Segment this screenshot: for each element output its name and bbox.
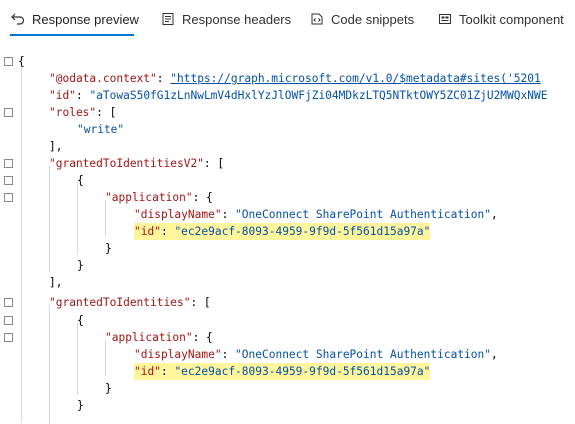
- tab-response-headers-label: Response headers: [182, 11, 292, 27]
- json-line: "id": "ec2e9acf-8093-4959-9f9d-5f561d15a…: [0, 223, 575, 240]
- tab-toolkit-component[interactable]: Toolkit component: [437, 8, 564, 30]
- json-line: "grantedToIdentitiesV2": [: [0, 155, 575, 172]
- json-value: "write": [77, 123, 125, 136]
- json-line: ],: [49, 276, 63, 289]
- highlighted-app-id: "id": "ec2e9acf-8093-4959-9f9d-5f561d15a…: [134, 363, 431, 380]
- active-tab-indicator: [10, 34, 134, 36]
- fold-toggle[interactable]: [4, 316, 13, 325]
- document-icon: [160, 11, 176, 27]
- json-line: "roles": [: [0, 104, 575, 121]
- json-line: "displayName": "OneConnect SharePoint Au…: [134, 348, 498, 361]
- fold-toggle[interactable]: [4, 108, 13, 117]
- json-line: "write": [0, 121, 575, 138]
- code-icon: [309, 11, 325, 27]
- fold-toggle[interactable]: [4, 298, 13, 307]
- json-value: "ec2e9acf-8093-4959-9f9d-5f561d15a97a": [174, 225, 431, 238]
- component-icon: [437, 11, 453, 27]
- json-line: {: [0, 53, 575, 70]
- tab-code-snippets-label: Code snippets: [331, 11, 415, 27]
- json-value-link[interactable]: "https://graph.microsoft.com/v1.0/$metad…: [170, 72, 540, 85]
- json-line: ],: [49, 140, 63, 153]
- fold-toggle[interactable]: [4, 176, 13, 185]
- json-line: "grantedToIdentities": [: [0, 294, 575, 311]
- json-line: "application": {: [0, 189, 575, 206]
- fold-toggle[interactable]: [4, 333, 13, 342]
- response-json-viewer: { "@odata.context": "https://graph.micro…: [0, 44, 575, 424]
- json-value: "OneConnect SharePoint Authentication": [235, 208, 491, 221]
- tab-response-headers[interactable]: Response headers: [160, 8, 291, 30]
- json-line: "id": "ec2e9acf-8093-4959-9f9d-5f561d15a…: [0, 363, 575, 380]
- json-line: {: [0, 312, 575, 329]
- json-line: }: [77, 399, 84, 412]
- tab-bar: Response preview Response headers Code s…: [0, 0, 575, 40]
- json-line: }: [77, 259, 84, 272]
- json-line: "@odata.context": "https://graph.microso…: [49, 72, 541, 85]
- fold-toggle[interactable]: [4, 159, 13, 168]
- json-key: "@odata.context": [49, 72, 157, 85]
- json-line: "application": {: [0, 329, 575, 346]
- tab-response-preview[interactable]: Response preview: [10, 8, 139, 30]
- json-key: "displayName": [134, 348, 222, 361]
- json-line: "id": "aTowaS50fG1zLnNwLmV4dHxlYzJlOWFjZ…: [49, 89, 548, 102]
- json-key: "id": [134, 365, 161, 378]
- tab-code-snippets[interactable]: Code snippets: [309, 8, 414, 30]
- json-value: "ec2e9acf-8093-4959-9f9d-5f561d15a97a": [174, 365, 431, 378]
- json-line: {: [0, 172, 575, 189]
- fold-toggle[interactable]: [4, 193, 13, 202]
- json-key: "grantedToIdentitiesV2": [49, 157, 204, 170]
- tab-response-preview-label: Response preview: [32, 11, 139, 27]
- json-line: }: [105, 382, 112, 395]
- json-value: "aTowaS50fG1zLnNwLmV4dHxlYzJlOWFjZi04MDk…: [89, 89, 548, 102]
- json-key: "id": [49, 89, 76, 102]
- json-key: "id": [134, 225, 161, 238]
- json-line: "displayName": "OneConnect SharePoint Au…: [134, 208, 498, 221]
- highlighted-app-id: "id": "ec2e9acf-8093-4959-9f9d-5f561d15a…: [134, 223, 431, 240]
- json-key: "roles": [49, 106, 97, 119]
- json-key: "application": [105, 331, 193, 344]
- json-line: }: [105, 242, 112, 255]
- json-value: "OneConnect SharePoint Authentication": [235, 348, 491, 361]
- fold-toggle[interactable]: [4, 57, 13, 66]
- tab-toolkit-component-label: Toolkit component: [459, 11, 564, 27]
- undo-arrow-icon: [10, 11, 26, 27]
- json-key: "grantedToIdentities": [49, 296, 191, 309]
- json-key: "application": [105, 191, 193, 204]
- json-key: "displayName": [134, 208, 222, 221]
